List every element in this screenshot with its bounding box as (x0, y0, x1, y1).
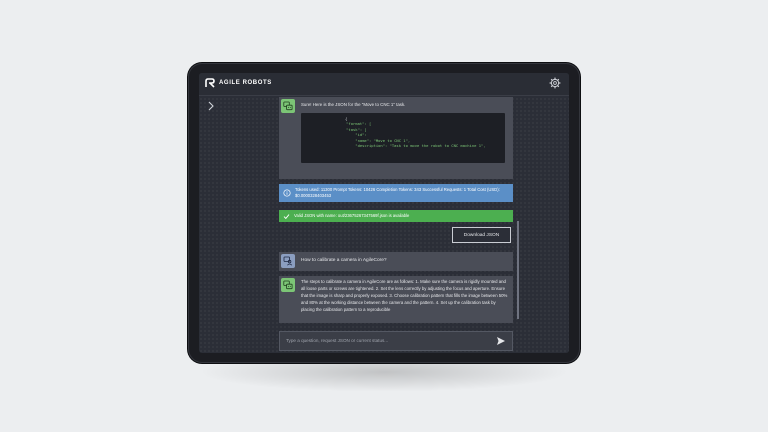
robot-chat-icon (283, 101, 293, 111)
user-message-text: How to calibrate a camera in AgileCore? (301, 258, 387, 263)
user-question-icon (283, 256, 293, 266)
user-message: How to calibrate a camera in AgileCore? (279, 252, 513, 271)
info-circle-icon (283, 189, 291, 197)
chat-scrollbar[interactable] (517, 221, 519, 319)
brand-name: AGILE ROBOTS (219, 80, 272, 86)
valid-json-text: Valid JSON with name: out/23675267347569… (294, 213, 410, 219)
tablet-device: AGILE ROBOTS Sure! Here is the JSON for … (188, 63, 580, 363)
chevron-right-icon[interactable] (207, 101, 215, 111)
app-screen: AGILE ROBOTS Sure! Here is the JSON for … (199, 73, 569, 353)
assistant-answer-text: The steps to calibrate a camera in Agile… (301, 279, 508, 312)
assistant-message-answer: The steps to calibrate a camera in Agile… (279, 276, 513, 323)
user-avatar (281, 254, 295, 268)
top-bar: AGILE ROBOTS (199, 73, 569, 96)
token-usage-banner: Tokens used: 11300 Prompt Tokens: 10426 … (279, 184, 513, 202)
assistant-message-text: Sure! Here is the JSON for the "Move to … (301, 102, 406, 107)
json-code-block: { "format": [ "task": [ "id": "name": "M… (301, 113, 505, 163)
assistant-message-json: Sure! Here is the JSON for the "Move to … (279, 97, 513, 179)
token-usage-text: Tokens used: 11300 Prompt Tokens: 10426 … (295, 187, 500, 198)
gear-icon[interactable] (549, 77, 561, 89)
message-input[interactable]: Type a question, request JSON or current… (286, 337, 496, 345)
check-icon (283, 213, 290, 219)
valid-json-banner: Valid JSON with name: out/23675267347569… (279, 210, 513, 222)
message-input-bar: Type a question, request JSON or current… (279, 331, 513, 351)
robot-chat-icon (283, 280, 293, 290)
send-icon[interactable] (496, 336, 506, 346)
code-line: "description": "Task to move the robot t… (337, 143, 486, 149)
brand-logo: AGILE ROBOTS (205, 78, 272, 88)
download-json-button[interactable]: Download JSON (452, 227, 511, 243)
assistant-avatar (281, 278, 295, 292)
agile-robots-logo-icon (205, 78, 215, 88)
assistant-avatar (281, 99, 295, 113)
